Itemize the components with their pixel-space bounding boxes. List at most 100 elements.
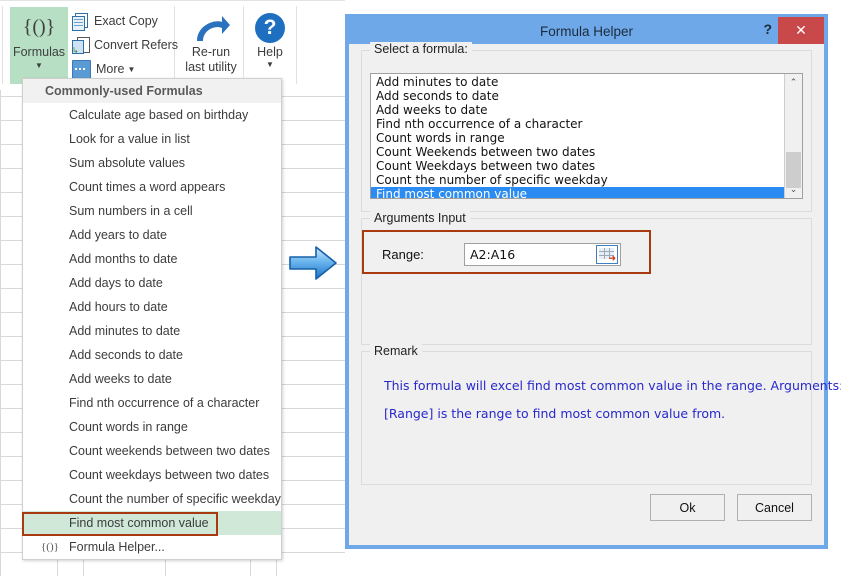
range-label: Range:: [382, 247, 424, 262]
menu-item-add-minutes[interactable]: Add minutes to date: [23, 319, 281, 343]
menu-item-count-words[interactable]: Count words in range: [23, 415, 281, 439]
exact-copy-button[interactable]: Exact Copy: [72, 9, 172, 33]
formula-list-item[interactable]: Add weeks to date: [371, 103, 785, 117]
menu-item-add-years[interactable]: Add years to date: [23, 223, 281, 247]
ribbon-separator-end: [296, 6, 297, 84]
menu-item-label: Add months to date: [69, 252, 178, 266]
formula-list-item[interactable]: Count the number of specific weekday: [371, 173, 785, 187]
formula-list-items: Add minutes to date Add seconds to date …: [371, 74, 785, 198]
menu-header: Commonly-used Formulas: [23, 79, 281, 103]
menu-item-count-times-word[interactable]: Count times a word appears: [23, 175, 281, 199]
menu-item-sum-absolute[interactable]: Sum absolute values: [23, 151, 281, 175]
copy-icon: [72, 12, 89, 31]
dialog-title: Formula Helper: [539, 23, 634, 39]
rerun-last-utility-button[interactable]: Re-run last utility: [180, 7, 242, 84]
menu-item-label: Formula Helper...: [69, 540, 165, 554]
question-mark-icon: ?: [255, 13, 285, 43]
convert-refers-label: Convert Refers: [94, 38, 179, 52]
menu-item-calculate-age[interactable]: Calculate age based on birthday: [23, 103, 281, 127]
formula-list-item[interactable]: Count words in range: [371, 131, 785, 145]
arguments-input-legend: Arguments Input: [370, 211, 470, 225]
help-button[interactable]: ? Help ▼: [248, 7, 292, 84]
scroll-up-icon[interactable]: ⌃: [785, 74, 802, 91]
formula-helper-dialog: Formula Helper ? ✕ Select a formula: Add…: [345, 14, 841, 549]
formula-list-item-selected[interactable]: Find most common value: [371, 187, 785, 198]
dialog-help-icon[interactable]: ?: [763, 21, 772, 37]
formula-listbox[interactable]: Add minutes to date Add seconds to date …: [370, 73, 803, 199]
menu-item-label: Sum numbers in a cell: [69, 204, 193, 218]
remark-line-1: This formula will excel find most common…: [384, 378, 841, 393]
remark-line-2: [Range] is the range to find most common…: [384, 406, 726, 421]
formulas-brace-icon: {()}: [22, 16, 56, 38]
ribbon-top-divider: [0, 0, 345, 1]
menu-item-label: Count words in range: [69, 420, 188, 434]
menu-item-find-nth-occurrence[interactable]: Find nth occurrence of a character: [23, 391, 281, 415]
formula-list-scrollbar[interactable]: ⌃ ⌄: [784, 74, 802, 198]
menu-item-add-days[interactable]: Add days to date: [23, 271, 281, 295]
formula-helper-icon: {()}: [41, 541, 59, 553]
menu-item-find-most-common-value[interactable]: Find most common value: [23, 511, 281, 535]
menu-item-label: Count the number of specific weekday: [69, 492, 281, 506]
menu-item-label: Add days to date: [69, 276, 163, 290]
menu-item-label: Find nth occurrence of a character: [69, 396, 260, 410]
commonly-used-formulas-menu: Commonly-used Formulas Calculate age bas…: [22, 78, 282, 560]
select-formula-panel: Select a formula: Add minutes to date Ad…: [361, 42, 812, 212]
dialog-footer: Ok Cancel: [353, 488, 820, 528]
formula-list-item[interactable]: Count Weekends between two dates: [371, 145, 785, 159]
formula-list-item[interactable]: Add seconds to date: [371, 89, 785, 103]
menu-item-label: Find most common value: [69, 516, 209, 530]
formulas-button-label: Formulas: [12, 45, 66, 59]
blue-right-arrow-icon: [288, 244, 338, 287]
menu-item-add-weeks[interactable]: Add weeks to date: [23, 367, 281, 391]
menu-item-label: Add minutes to date: [69, 324, 181, 338]
ribbon-separator-right: [243, 6, 244, 84]
menu-item-label: Look for a value in list: [69, 132, 190, 146]
formula-list-item[interactable]: Count Weekdays between two dates: [371, 159, 785, 173]
menu-item-sum-numbers-cell[interactable]: Sum numbers in a cell: [23, 199, 281, 223]
menu-item-count-weekdays[interactable]: Count weekdays between two dates: [23, 463, 281, 487]
cancel-button[interactable]: Cancel: [737, 494, 812, 521]
dialog-title-bar: Formula Helper ? ✕: [349, 17, 824, 44]
menu-item-label: Calculate age based on birthday: [69, 108, 249, 122]
menu-item-count-specific-weekday[interactable]: Count the number of specific weekday: [23, 487, 281, 511]
rerun-label-line1: Re-run: [191, 45, 231, 59]
convert-refs-icon: ↳: [72, 36, 90, 54]
menu-item-label: Add seconds to date: [69, 348, 183, 362]
menu-item-formula-helper[interactable]: {()} Formula Helper...: [23, 535, 281, 559]
ok-button[interactable]: Ok: [650, 494, 725, 521]
range-input[interactable]: A2:A16 ➜: [464, 243, 621, 266]
formula-list-item[interactable]: Add minutes to date: [371, 75, 785, 89]
convert-refers-button[interactable]: ↳ Convert Refers: [72, 33, 178, 57]
dialog-body: Select a formula: Add minutes to date Ad…: [353, 42, 841, 545]
ribbon-mini-buttons: Exact Copy ↳ Convert Refers More ▼: [72, 9, 178, 81]
ribbon-toolbar: {()} Formulas ▼ Exact Copy ↳ Convert Ref…: [0, 0, 345, 90]
menu-item-add-seconds[interactable]: Add seconds to date: [23, 343, 281, 367]
range-input-value: A2:A16: [470, 247, 516, 262]
menu-item-label: Add weeks to date: [69, 372, 172, 386]
menu-item-label: Sum absolute values: [69, 156, 186, 170]
menu-item-add-hours[interactable]: Add hours to date: [23, 295, 281, 319]
chevron-down-icon: ▼: [127, 64, 136, 74]
menu-item-look-for-value[interactable]: Look for a value in list: [23, 127, 281, 151]
scroll-down-icon[interactable]: ⌄: [785, 181, 802, 198]
menu-item-add-months[interactable]: Add months to date: [23, 247, 281, 271]
exact-copy-label: Exact Copy: [94, 14, 158, 28]
remark-panel: Remark This formula will excel find most…: [361, 344, 841, 485]
menu-item-label: Count weekends between two dates: [69, 444, 270, 458]
menu-item-label: Add hours to date: [69, 300, 168, 314]
formulas-button[interactable]: {()} Formulas ▼: [10, 7, 68, 84]
arguments-input-panel: Arguments Input Range: A2:A16 ➜: [361, 211, 812, 345]
range-picker-icon[interactable]: ➜: [596, 245, 618, 264]
chevron-down-icon: ▼: [35, 61, 43, 70]
rerun-label-line2: last utility: [185, 60, 237, 74]
more-icon: [72, 59, 91, 79]
formula-list-item[interactable]: Find nth occurrence of a character: [371, 117, 785, 131]
range-argument-row: Range: A2:A16 ➜: [382, 243, 621, 266]
chevron-down-icon: ▼: [266, 60, 274, 69]
menu-item-count-weekends[interactable]: Count weekends between two dates: [23, 439, 281, 463]
close-icon[interactable]: ✕: [778, 17, 824, 44]
ribbon-separator-left: [2, 6, 3, 84]
remark-legend: Remark: [370, 344, 422, 358]
menu-item-label: Count weekdays between two dates: [69, 468, 270, 482]
select-formula-legend: Select a formula:: [370, 42, 472, 56]
